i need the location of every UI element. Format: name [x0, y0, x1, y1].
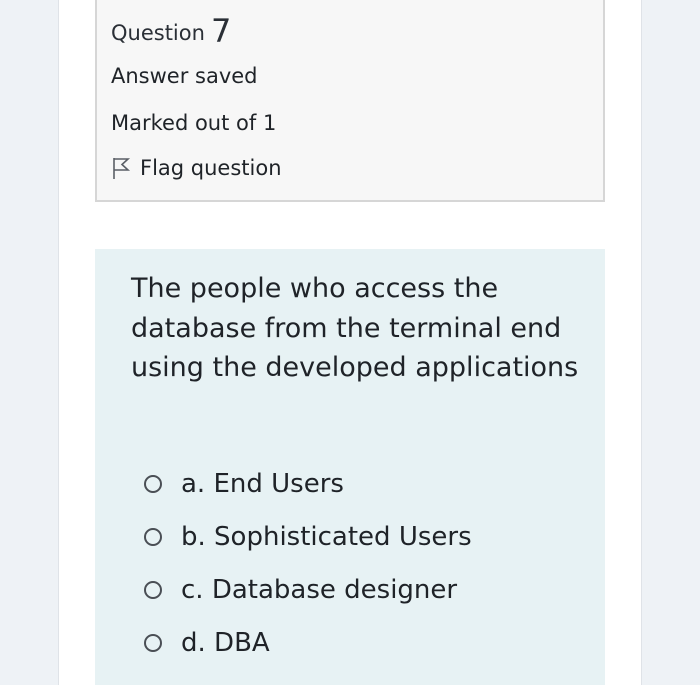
option-text: End Users: [213, 469, 344, 499]
option-text: DBA: [214, 628, 270, 658]
answer-option-d[interactable]: d. DBA: [144, 628, 270, 658]
flag-question-label: Flag question: [140, 156, 282, 180]
answer-option-b[interactable]: b. Sophisticated Users: [144, 522, 472, 552]
question-number-heading: Question 7: [111, 12, 231, 50]
option-letter: a.: [181, 469, 206, 499]
question-text: The people who access the database from …: [131, 273, 579, 383]
option-letter: c.: [181, 575, 204, 605]
answer-option-c[interactable]: c. Database designer: [144, 575, 457, 605]
radio-unchecked-icon[interactable]: [144, 634, 162, 652]
radio-unchecked-icon[interactable]: [144, 581, 162, 599]
question-number: 7: [210, 12, 232, 50]
question-content-panel: The people who access the database from …: [95, 249, 605, 685]
question-grade: Marked out of 1: [111, 111, 277, 135]
option-text: Sophisticated Users: [214, 522, 472, 552]
flag-icon: [111, 156, 131, 180]
option-letter: b.: [181, 522, 206, 552]
option-letter: d.: [181, 628, 206, 658]
option-text: Database designer: [211, 575, 458, 605]
radio-unchecked-icon[interactable]: [144, 475, 162, 493]
question-state: Answer saved: [111, 64, 258, 88]
question-label: Question: [111, 21, 205, 45]
question-info-panel: Question 7 Answer saved Marked out of 1 F…: [95, 0, 605, 202]
flag-question-link[interactable]: Flag question: [111, 156, 282, 180]
answer-option-a[interactable]: a. End Users: [144, 469, 344, 499]
radio-unchecked-icon[interactable]: [144, 528, 162, 546]
